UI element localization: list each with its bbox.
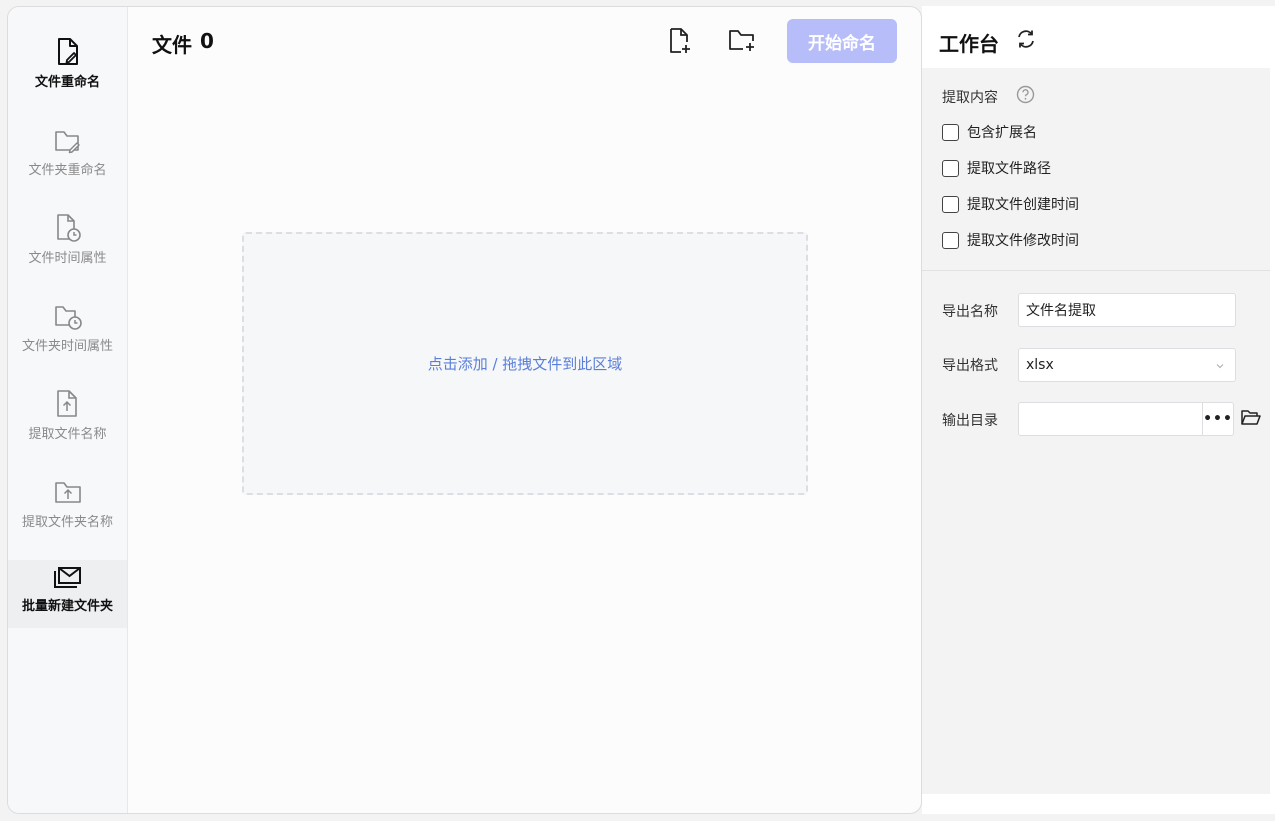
add-folder-icon bbox=[727, 28, 757, 58]
mail-folder-icon bbox=[53, 565, 83, 591]
add-file-button[interactable] bbox=[664, 27, 696, 59]
sidebar: 文件重命名 文件夹重命名 文件时间属性 文件夹时间属性 提取文件名称 提取文件夹… bbox=[8, 7, 128, 813]
checkbox-extract-path[interactable]: 提取文件路径 bbox=[942, 158, 1051, 178]
workbench-body: 提取内容 包含扩展名 提取文件路径 提取文件创建时间 提取文件修改时间 导出名称 bbox=[922, 68, 1270, 794]
page-title: 文件 0 bbox=[152, 29, 214, 58]
sidebar-item-label: 提取文件夹名称 bbox=[21, 515, 113, 530]
divider bbox=[922, 270, 1270, 271]
file-edit-icon bbox=[54, 37, 82, 67]
checkbox-extract-created-time[interactable]: 提取文件创建时间 bbox=[942, 194, 1079, 214]
checkbox-label: 提取文件修改时间 bbox=[967, 233, 1079, 249]
sidebar-item-file-rename[interactable]: 文件重命名 bbox=[8, 37, 127, 105]
extract-content-label: 提取内容 bbox=[942, 90, 998, 106]
sidebar-item-label: 文件夹重命名 bbox=[28, 163, 107, 178]
sidebar-item-extract-folder-name[interactable]: 提取文件夹名称 bbox=[8, 477, 127, 545]
browse-button[interactable]: ••• bbox=[1202, 403, 1233, 435]
sidebar-item-batch-new-folder[interactable]: 批量新建文件夹 bbox=[8, 560, 127, 628]
refresh-icon[interactable] bbox=[1015, 28, 1037, 54]
checkbox-box[interactable] bbox=[942, 159, 959, 177]
add-file-icon bbox=[667, 27, 693, 59]
file-dropzone[interactable]: 点击添加 / 拖拽文件到此区域 bbox=[242, 232, 808, 495]
sidebar-item-extract-file-name[interactable]: 提取文件名称 bbox=[8, 389, 127, 457]
export-name-input[interactable]: 文件名提取 bbox=[1018, 293, 1236, 327]
export-name-value: 文件名提取 bbox=[1026, 303, 1096, 319]
checkbox-label: 提取文件创建时间 bbox=[967, 197, 1079, 213]
export-name-label: 导出名称 bbox=[942, 304, 998, 320]
checkbox-label: 包含扩展名 bbox=[967, 125, 1037, 141]
workbench-panel: 工作台 提取内容 包含扩展名 提取文件路径 提取文件创建时间 提取文件修改时间 … bbox=[922, 6, 1275, 814]
folder-open-icon[interactable] bbox=[1240, 408, 1262, 432]
file-clock-icon bbox=[53, 213, 83, 243]
sidebar-item-label: 文件夹时间属性 bbox=[21, 339, 113, 354]
folder-upload-icon bbox=[53, 477, 83, 507]
checkbox-extract-modified-time[interactable]: 提取文件修改时间 bbox=[942, 230, 1079, 250]
workbench-header: 工作台 bbox=[922, 6, 1275, 68]
dropzone-text: 点击添加 / 拖拽文件到此区域 bbox=[427, 355, 623, 373]
export-format-select[interactable]: xlsx bbox=[1018, 348, 1236, 382]
export-format-value: xlsx bbox=[1026, 357, 1054, 373]
file-count: 0 bbox=[200, 29, 214, 53]
question-circle-icon[interactable] bbox=[1016, 85, 1035, 108]
sidebar-item-folder-rename[interactable]: 文件夹重命名 bbox=[8, 125, 127, 193]
sidebar-item-label: 批量新建文件夹 bbox=[21, 599, 113, 614]
checkbox-box[interactable] bbox=[942, 195, 959, 213]
page-title-text: 文件 bbox=[152, 33, 192, 57]
file-upload-icon bbox=[53, 389, 83, 419]
checkbox-box[interactable] bbox=[942, 123, 959, 141]
start-rename-button[interactable]: 开始命名 bbox=[787, 19, 897, 63]
checkbox-box[interactable] bbox=[942, 231, 959, 249]
sidebar-item-label: 提取文件名称 bbox=[28, 427, 107, 442]
workbench-title: 工作台 bbox=[939, 32, 999, 56]
main-area: 文件 0 开始命名 点击添加 / 拖拽文件到此区域 bbox=[128, 7, 921, 813]
checkbox-label: 提取文件路径 bbox=[967, 161, 1051, 177]
chevron-down-icon bbox=[1215, 359, 1225, 375]
checkbox-include-extension[interactable]: 包含扩展名 bbox=[942, 122, 1037, 142]
sidebar-item-folder-time[interactable]: 文件夹时间属性 bbox=[8, 301, 127, 369]
sidebar-item-label: 文件时间属性 bbox=[28, 251, 107, 266]
output-dir-label: 输出目录 bbox=[942, 413, 998, 429]
app-window: 文件重命名 文件夹重命名 文件时间属性 文件夹时间属性 提取文件名称 提取文件夹… bbox=[7, 6, 922, 814]
sidebar-item-file-time[interactable]: 文件时间属性 bbox=[8, 213, 127, 281]
sidebar-item-label: 文件重命名 bbox=[34, 75, 100, 90]
add-folder-button[interactable] bbox=[726, 27, 758, 59]
folder-edit-icon bbox=[53, 125, 83, 155]
export-format-label: 导出格式 bbox=[942, 358, 998, 374]
output-dir-input[interactable]: ••• bbox=[1018, 402, 1234, 436]
folder-clock-icon bbox=[53, 301, 83, 331]
